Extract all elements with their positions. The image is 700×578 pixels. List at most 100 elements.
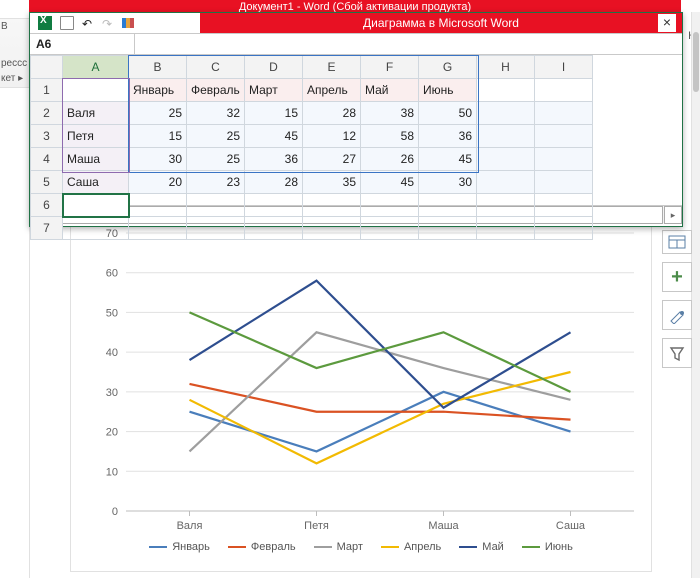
chart-styles-button[interactable] bbox=[662, 300, 692, 330]
col-header-A[interactable]: A bbox=[63, 56, 129, 79]
cell[interactable]: 23 bbox=[187, 171, 245, 194]
cell[interactable]: 45 bbox=[419, 148, 477, 171]
cell[interactable] bbox=[477, 171, 535, 194]
cell[interactable]: Валя bbox=[63, 102, 129, 125]
cell[interactable] bbox=[419, 217, 477, 240]
cell[interactable]: Петя bbox=[63, 125, 129, 148]
document-vertical-scrollbar[interactable] bbox=[691, 12, 700, 578]
cell[interactable] bbox=[535, 194, 593, 217]
cell[interactable]: 27 bbox=[303, 148, 361, 171]
cell[interactable] bbox=[245, 194, 303, 217]
legend-item[interactable]: Апрель bbox=[381, 541, 441, 553]
cell[interactable] bbox=[477, 194, 535, 217]
col-header-F[interactable]: F bbox=[361, 56, 419, 79]
cell[interactable]: 50 bbox=[419, 102, 477, 125]
cell[interactable] bbox=[361, 194, 419, 217]
cell[interactable]: Январь bbox=[129, 79, 187, 102]
cell[interactable]: 35 bbox=[303, 171, 361, 194]
cell[interactable]: 26 bbox=[361, 148, 419, 171]
legend-item[interactable]: Февраль bbox=[228, 541, 296, 553]
cell[interactable]: 58 bbox=[361, 125, 419, 148]
cell[interactable]: Апрель bbox=[303, 79, 361, 102]
chart-elements-button[interactable]: + bbox=[662, 262, 692, 292]
cell[interactable] bbox=[535, 102, 593, 125]
cell[interactable] bbox=[535, 125, 593, 148]
cell[interactable] bbox=[63, 194, 129, 217]
cell[interactable]: 38 bbox=[361, 102, 419, 125]
row-header-1[interactable]: 1 bbox=[31, 79, 63, 102]
cell[interactable] bbox=[419, 194, 477, 217]
cell[interactable] bbox=[63, 79, 129, 102]
cell[interactable] bbox=[477, 125, 535, 148]
legend-item[interactable]: Январь bbox=[149, 541, 210, 553]
cell[interactable] bbox=[187, 217, 245, 240]
row-header-7[interactable]: 7 bbox=[31, 217, 63, 240]
scroll-right-icon[interactable]: ▸ bbox=[664, 206, 682, 224]
cell[interactable]: 12 bbox=[303, 125, 361, 148]
cell[interactable]: 30 bbox=[419, 171, 477, 194]
undo-icon[interactable]: ↶ bbox=[82, 17, 94, 29]
cell[interactable]: 45 bbox=[361, 171, 419, 194]
cell[interactable] bbox=[129, 194, 187, 217]
cell[interactable]: 36 bbox=[245, 148, 303, 171]
legend-item[interactable]: Июнь bbox=[522, 541, 573, 553]
legend-item[interactable]: Май bbox=[459, 541, 504, 553]
cell[interactable]: 15 bbox=[245, 102, 303, 125]
close-icon[interactable]: × bbox=[658, 14, 676, 32]
cell[interactable]: Маша bbox=[63, 148, 129, 171]
col-header-C[interactable]: C bbox=[187, 56, 245, 79]
cell[interactable] bbox=[129, 217, 187, 240]
cell[interactable]: 25 bbox=[187, 125, 245, 148]
row-header-6[interactable]: 6 bbox=[31, 194, 63, 217]
chart-layout-button[interactable] bbox=[662, 230, 692, 254]
col-header-G[interactable]: G bbox=[419, 56, 477, 79]
row-header-5[interactable]: 5 bbox=[31, 171, 63, 194]
cell[interactable] bbox=[63, 217, 129, 240]
cell[interactable] bbox=[477, 148, 535, 171]
cell[interactable]: Февраль bbox=[187, 79, 245, 102]
cell[interactable]: 32 bbox=[187, 102, 245, 125]
cell[interactable]: 30 bbox=[129, 148, 187, 171]
cell[interactable]: Июнь bbox=[419, 79, 477, 102]
cell[interactable]: 25 bbox=[129, 102, 187, 125]
cell[interactable] bbox=[535, 148, 593, 171]
cell[interactable]: 28 bbox=[303, 102, 361, 125]
cell[interactable] bbox=[535, 171, 593, 194]
cell[interactable] bbox=[361, 217, 419, 240]
row-header-4[interactable]: 4 bbox=[31, 148, 63, 171]
scroll-thumb[interactable] bbox=[693, 32, 699, 92]
legend-item[interactable]: Март bbox=[314, 541, 363, 553]
cell[interactable]: Март bbox=[245, 79, 303, 102]
cell[interactable] bbox=[245, 217, 303, 240]
cell[interactable]: 45 bbox=[245, 125, 303, 148]
cell[interactable] bbox=[477, 217, 535, 240]
cell[interactable]: Саша bbox=[63, 171, 129, 194]
cell[interactable] bbox=[477, 102, 535, 125]
row-header-2[interactable]: 2 bbox=[31, 102, 63, 125]
col-header-H[interactable]: H bbox=[477, 56, 535, 79]
cell[interactable]: 28 bbox=[245, 171, 303, 194]
chart-object[interactable]: 010203040506070ВаляПетяМашаСаша ЯнварьФе… bbox=[70, 220, 652, 572]
save-icon[interactable] bbox=[60, 16, 74, 30]
col-header-E[interactable]: E bbox=[303, 56, 361, 79]
col-header-D[interactable]: D bbox=[245, 56, 303, 79]
cell[interactable] bbox=[535, 217, 593, 240]
cell[interactable]: Май bbox=[361, 79, 419, 102]
cell[interactable]: 36 bbox=[419, 125, 477, 148]
cell[interactable]: 20 bbox=[129, 171, 187, 194]
cell[interactable] bbox=[303, 194, 361, 217]
chart-filter-button[interactable] bbox=[662, 338, 692, 368]
cell[interactable] bbox=[303, 217, 361, 240]
cell[interactable] bbox=[535, 79, 593, 102]
cell[interactable]: 15 bbox=[129, 125, 187, 148]
col-header-I[interactable]: I bbox=[535, 56, 593, 79]
cell[interactable] bbox=[187, 194, 245, 217]
chart-icon[interactable] bbox=[122, 18, 134, 28]
name-box[interactable]: A6 bbox=[30, 34, 135, 54]
row-header-3[interactable]: 3 bbox=[31, 125, 63, 148]
redo-icon[interactable]: ↷ bbox=[102, 17, 114, 29]
col-header-B[interactable]: B bbox=[129, 56, 187, 79]
cell[interactable]: 25 bbox=[187, 148, 245, 171]
cell[interactable] bbox=[477, 79, 535, 102]
spreadsheet-grid[interactable]: ABCDEFGHI 1 ЯнварьФевральМартАпрельМайИюнь… bbox=[30, 55, 682, 205]
